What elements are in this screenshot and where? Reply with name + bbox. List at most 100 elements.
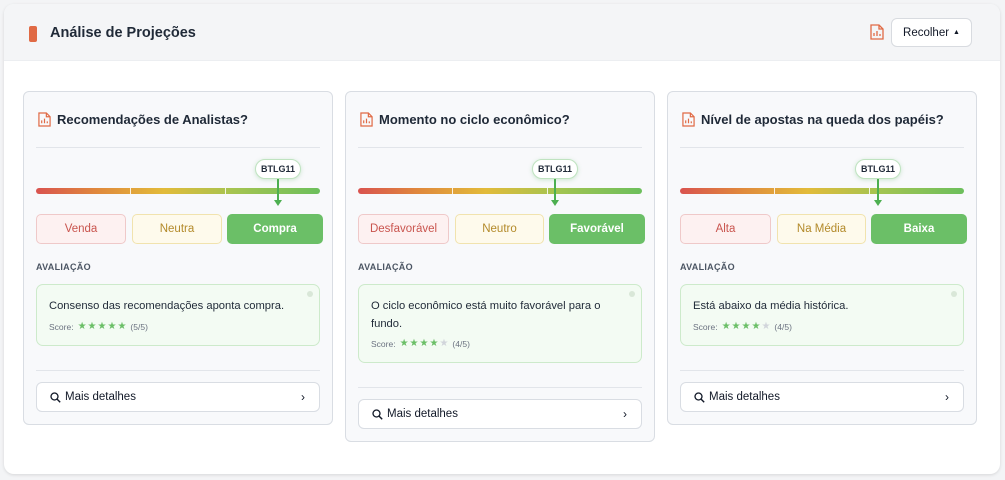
star-icon: ★ — [721, 321, 731, 332]
star-icon: ★ — [87, 321, 97, 332]
star-icon: ★ — [77, 321, 87, 332]
collapse-button[interactable]: Recolher ▲ — [891, 18, 972, 47]
report-chart-icon — [360, 112, 373, 127]
option-sell[interactable]: Venda — [36, 214, 126, 244]
more-details-label: Mais detalhes — [387, 408, 458, 420]
evaluation-box: Está abaixo da média histórica. Score: ★… — [680, 284, 964, 346]
marker-line — [277, 179, 279, 201]
evaluation-box: Consenso das recomendações aponta compra… — [36, 284, 320, 346]
option-unfavorable[interactable]: Desfavorável — [358, 214, 449, 244]
card-title: Momento no ciclo econômico? — [379, 112, 570, 127]
evaluation-text: O ciclo econômico está muito favorável p… — [371, 300, 601, 330]
card-title: Nível de apostas na queda dos papéis? — [701, 112, 944, 127]
star-icon: ★ — [761, 321, 771, 332]
divider — [358, 147, 642, 148]
score-label: Score: — [371, 338, 396, 349]
star-icon: ★ — [731, 321, 741, 332]
option-high[interactable]: Alta — [680, 214, 771, 244]
caret-up-icon: ▲ — [953, 29, 960, 36]
marker-arrow-icon — [274, 200, 282, 206]
star-rating: ★ ★ ★ ★ ★ — [722, 321, 771, 332]
gauge-divider — [225, 188, 226, 194]
star-icon: ★ — [741, 321, 751, 332]
star-icon: ★ — [419, 338, 429, 349]
report-chart-icon — [38, 112, 51, 127]
more-details-button[interactable]: Mais detalhes › — [36, 382, 320, 412]
evaluation-label: AVALIAÇÃO — [36, 262, 91, 272]
divider — [36, 147, 320, 148]
search-icon — [50, 392, 61, 403]
star-icon: ★ — [439, 338, 449, 349]
gauge-divider — [452, 188, 453, 194]
card-analyst-recommendations: Recomendações de Analistas? BTLG11 Venda… — [23, 91, 333, 425]
score-label: Score: — [49, 321, 74, 332]
score-row: Score: ★ ★ ★ ★ ★ (5/5) — [49, 321, 148, 332]
option-average[interactable]: Na Média — [777, 214, 866, 244]
option-buy[interactable]: Compra — [227, 214, 323, 244]
star-icon: ★ — [97, 321, 107, 332]
projections-panel: Análise de Projeções Recolher ▲ Recomend… — [4, 4, 1000, 474]
ticker-marker: BTLG11 — [255, 159, 301, 179]
star-icon: ★ — [399, 338, 409, 349]
marker-line — [554, 179, 556, 201]
chevron-right-icon: › — [945, 390, 949, 404]
card-economic-cycle: Momento no ciclo econômico? BTLG11 Desfa… — [345, 91, 655, 442]
more-details-button[interactable]: Mais detalhes › — [680, 382, 964, 412]
score-row: Score: ★ ★ ★ ★ ★ (4/5) — [693, 321, 792, 332]
card-title: Recomendações de Analistas? — [57, 112, 248, 127]
search-icon — [694, 392, 705, 403]
panel-header: Análise de Projeções Recolher ▲ — [4, 4, 1000, 61]
status-dot — [951, 291, 957, 297]
option-neutral[interactable]: Neutra — [132, 214, 222, 244]
marker-arrow-icon — [874, 200, 882, 206]
more-details-label: Mais detalhes — [709, 391, 780, 403]
evaluation-text: Está abaixo da média histórica. — [693, 300, 849, 312]
gauge-divider — [869, 188, 870, 194]
score-value: (5/5) — [130, 321, 148, 332]
score-value: (4/5) — [452, 338, 470, 349]
evaluation-label: AVALIAÇÃO — [358, 262, 413, 272]
more-details-button[interactable]: Mais detalhes › — [358, 399, 642, 429]
divider — [680, 370, 964, 371]
gauge-divider — [774, 188, 775, 194]
chevron-right-icon: › — [623, 407, 627, 421]
marker-line — [877, 179, 879, 201]
divider — [358, 387, 642, 388]
score-value: (4/5) — [774, 321, 792, 332]
gauge-divider — [547, 188, 548, 194]
evaluation-label: AVALIAÇÃO — [680, 262, 735, 272]
panel-title: Análise de Projeções — [50, 25, 196, 41]
chevron-right-icon: › — [301, 390, 305, 404]
evaluation-box: O ciclo econômico está muito favorável p… — [358, 284, 642, 363]
score-row: Score: ★ ★ ★ ★ ★ (4/5) — [371, 338, 470, 349]
more-details-label: Mais detalhes — [65, 391, 136, 403]
divider — [36, 370, 320, 371]
star-icon: ★ — [409, 338, 419, 349]
report-chart-icon — [870, 24, 884, 40]
ticker-marker: BTLG11 — [855, 159, 901, 179]
gauge-divider — [130, 188, 131, 194]
star-icon: ★ — [107, 321, 117, 332]
divider — [680, 147, 964, 148]
header-accent-bar — [29, 26, 37, 42]
marker-arrow-icon — [551, 200, 559, 206]
option-neutral[interactable]: Neutro — [455, 214, 544, 244]
ticker-marker: BTLG11 — [532, 159, 578, 179]
sentiment-gauge — [358, 188, 642, 194]
star-rating: ★ ★ ★ ★ ★ — [78, 321, 127, 332]
option-low[interactable]: Baixa — [871, 214, 967, 244]
status-dot — [307, 291, 313, 297]
report-chart-icon — [682, 112, 695, 127]
sentiment-gauge — [680, 188, 964, 194]
score-label: Score: — [693, 321, 718, 332]
star-icon: ★ — [117, 321, 127, 332]
collapse-label: Recolher — [903, 26, 950, 39]
card-short-interest: Nível de apostas na queda dos papéis? BT… — [667, 91, 977, 425]
star-icon: ★ — [429, 338, 439, 349]
status-dot — [629, 291, 635, 297]
star-icon: ★ — [751, 321, 761, 332]
star-rating: ★ ★ ★ ★ ★ — [400, 338, 449, 349]
option-favorable[interactable]: Favorável — [549, 214, 645, 244]
search-icon — [372, 409, 383, 420]
evaluation-text: Consenso das recomendações aponta compra… — [49, 300, 285, 312]
